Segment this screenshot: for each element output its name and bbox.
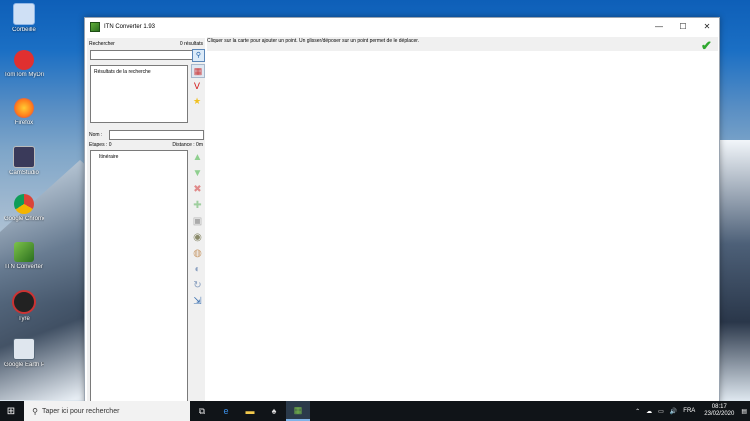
search-input[interactable] (90, 50, 193, 60)
desktop-icon-camstudio[interactable]: CamStudio (4, 146, 44, 177)
move-up-button[interactable]: ▲ (191, 151, 204, 164)
itinerary-list[interactable]: Itinéraire (90, 150, 188, 402)
clock-date: 23/02/2020 (704, 411, 735, 417)
tyre-icon (12, 290, 36, 314)
favorites-tool[interactable]: ★ (191, 95, 203, 107)
refresh-icon: ↻ (193, 280, 202, 291)
globe-button[interactable]: ◐ (191, 263, 204, 276)
itn-converter-window: ITN Converter 1.93 — ☐ ✕ Rechercher 0 ré… (84, 17, 720, 404)
window-titlebar[interactable]: ITN Converter 1.93 — ☐ ✕ (85, 18, 719, 36)
notification-icon[interactable]: ▤ (741, 408, 747, 415)
left-panel: Rechercher 0 résultats ⚲ Résultats de la… (87, 38, 205, 402)
folder-icon: ▬ (245, 406, 255, 416)
search-results-list[interactable]: Résultats de la recherche (90, 65, 188, 123)
itn-converter-icon: ▦ (293, 404, 303, 415)
refresh-button[interactable]: ↻ (191, 279, 204, 292)
export-button[interactable]: ⇲ (191, 295, 204, 308)
map-add-point-tool[interactable]: ▦ (191, 64, 205, 78)
windows-icon: ⊞ (6, 405, 16, 417)
taskbar-itn-converter[interactable]: ▦ (286, 401, 310, 421)
route-name-input[interactable] (109, 130, 204, 140)
network-icon[interactable]: ▭ (658, 408, 664, 415)
clock-time: 08:17 (711, 404, 727, 410)
close-button[interactable]: ✕ (695, 18, 719, 36)
delete-icon: ✖ (193, 184, 202, 195)
distance-total: Distance : 0m (172, 142, 203, 148)
search-icon: ⚲ (32, 406, 38, 416)
globe-icon: ◐ (194, 264, 201, 275)
circle-icon: ◍ (193, 248, 202, 259)
route-icon: ⴸ (193, 81, 201, 91)
maximize-button[interactable]: ☐ (671, 18, 695, 36)
validate-button[interactable]: ✔ (701, 39, 714, 52)
insert-button[interactable]: ✚ (191, 199, 204, 212)
car-icon: ◉ (193, 232, 202, 243)
desktop-icon-tomtom[interactable]: TomTom MyDrive Connect (4, 50, 44, 79)
task-view-button[interactable]: ⧉ (190, 401, 214, 421)
search-result-count: 0 résultats (179, 41, 203, 47)
car-button[interactable]: ◉ (191, 231, 204, 244)
lock-button[interactable]: ▣ (191, 215, 204, 228)
star-icon: ★ (192, 96, 202, 106)
camstudio-icon (13, 146, 35, 168)
chevron-up-icon[interactable]: ⌃ (635, 408, 640, 415)
arrow-down-icon: ▼ (192, 168, 203, 179)
taskbar: ⊞ ⚲ Taper ici pour rechercher ⧉ e ▬ ♠ ▦ … (0, 401, 750, 421)
minimize-button[interactable]: — (647, 18, 671, 36)
taskbar-search-placeholder: Taper ici pour rechercher (42, 407, 120, 415)
delete-button[interactable]: ✖ (191, 183, 204, 196)
map-icon: ▦ (193, 66, 203, 76)
language-indicator[interactable]: FRA (683, 408, 695, 414)
results-header: Résultats de la recherche (94, 69, 151, 75)
system-tray: ⌃ ☁ ▭ 🔊 FRA 08:17 23/02/2020 ▤ (632, 404, 750, 418)
arrow-up-icon: ▲ (192, 152, 203, 163)
tomtom-icon (14, 50, 34, 70)
desktop-icon-itn-converter[interactable]: ITN Converter (4, 242, 44, 271)
desktop-icon-recycle-bin[interactable]: Corbeille (4, 3, 44, 34)
task-view-icon: ⧉ (198, 405, 206, 416)
move-down-button[interactable]: ▼ (191, 167, 204, 180)
google-earth-icon (13, 338, 35, 360)
map-canvas[interactable] (207, 38, 718, 402)
route-tool[interactable]: ⴸ (191, 80, 203, 92)
taskbar-file-explorer[interactable]: ▬ (238, 401, 262, 421)
start-button[interactable]: ⊞ (0, 401, 22, 421)
taskbar-search-box[interactable]: ⚲ Taper ici pour rechercher (24, 401, 190, 421)
app-icon (90, 22, 100, 32)
checkmark-icon: ✔ (701, 38, 712, 53)
volume-icon[interactable]: 🔊 (670, 408, 677, 415)
circle-button[interactable]: ◍ (191, 247, 204, 260)
search-icon: ⚲ (195, 52, 202, 59)
desktop-icon-chrome[interactable]: Google Chrome (4, 194, 44, 223)
desktop-icon-google-earth[interactable]: Google Earth Pro (4, 338, 44, 369)
map-hint-text: Cliquer sur la carte pour ajouter un poi… (207, 38, 420, 44)
itinerary-root[interactable]: Itinéraire (99, 154, 118, 160)
chrome-icon (14, 194, 34, 214)
clock[interactable]: 08:17 23/02/2020 (704, 404, 734, 418)
taskbar-solitaire[interactable]: ♠ (262, 401, 286, 421)
window-title: ITN Converter 1.93 (104, 24, 156, 30)
map-hint-bar: Cliquer sur la carte pour ajouter un poi… (207, 37, 718, 52)
cloud-icon[interactable]: ☁ (646, 408, 652, 415)
itn-converter-icon (14, 242, 34, 262)
edge-icon: e (223, 406, 229, 416)
recycle-bin-icon (13, 3, 35, 25)
export-icon: ⇲ (193, 296, 202, 307)
name-label: Nom : (89, 132, 103, 138)
cards-icon: ♠ (271, 406, 277, 416)
firefox-icon (14, 98, 34, 118)
insert-icon: ✚ (193, 200, 202, 211)
search-button[interactable]: ⚲ (192, 49, 205, 62)
lock-icon: ▣ (192, 216, 203, 227)
desktop-icon-tyre[interactable]: Tyre (4, 290, 44, 323)
steps-count: Etapes : 0 (89, 142, 112, 148)
taskbar-edge[interactable]: e (214, 401, 238, 421)
search-label: Rechercher (89, 41, 115, 47)
desktop-icon-firefox[interactable]: Firefox (4, 98, 44, 127)
